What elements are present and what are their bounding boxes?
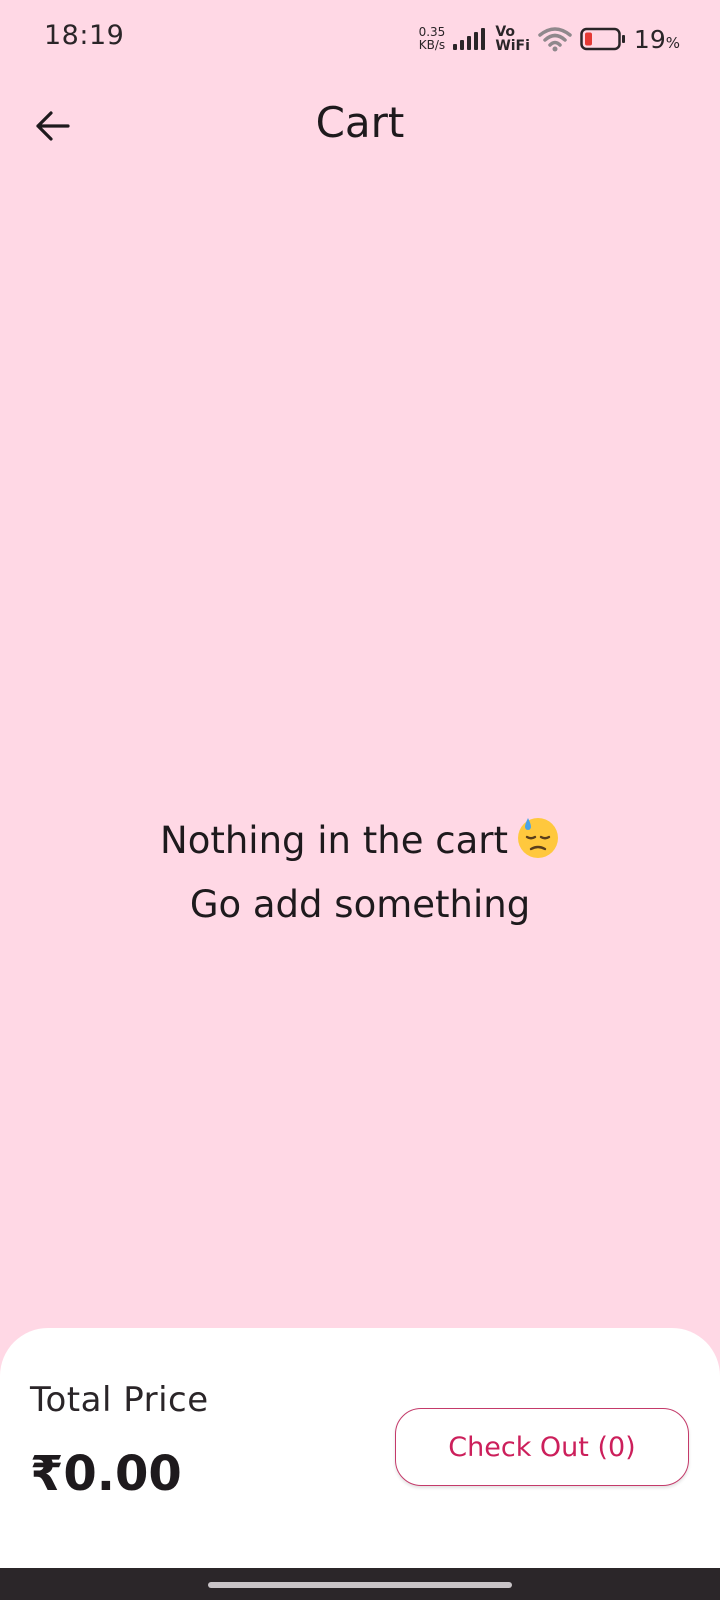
total-price-label: Total Price xyxy=(30,1380,209,1420)
status-time: 18:19 xyxy=(44,20,125,51)
empty-cart-text: Nothing in the cart xyxy=(160,819,508,862)
home-indicator[interactable] xyxy=(208,1582,512,1588)
signal-icon xyxy=(453,28,486,50)
vowifi-indicator: Vo WiFi xyxy=(495,25,530,53)
system-nav-bar xyxy=(0,1568,720,1600)
status-bar: 18:19 0.35 KB/s Vo WiFi 19% xyxy=(0,0,720,80)
vowifi-top: Vo xyxy=(495,24,515,40)
status-icons: 0.35 KB/s Vo WiFi 19% xyxy=(419,22,680,56)
app-bar: Cart xyxy=(0,80,720,170)
checkout-button[interactable]: Check Out (0) xyxy=(395,1408,689,1486)
network-speed-unit: KB/s xyxy=(418,38,446,52)
total-price-value: ₹0.00 xyxy=(30,1446,182,1502)
empty-cart-line-2: Go add something xyxy=(189,883,531,926)
battery-percent-sign: % xyxy=(665,33,680,52)
vowifi-bottom: WiFi xyxy=(495,38,530,54)
battery-percent: 19% xyxy=(634,25,680,54)
battery-low-icon xyxy=(580,27,625,51)
wifi-icon xyxy=(538,27,572,52)
empty-cart-message: Nothing in the cart Go add something xyxy=(0,812,720,934)
checkout-panel: Total Price ₹0.00 Check Out (0) xyxy=(0,1328,720,1568)
battery-percent-value: 19 xyxy=(633,24,666,54)
empty-cart-line-1: Nothing in the cart xyxy=(0,812,720,876)
page-title: Cart xyxy=(315,98,405,147)
downcast-face-with-sweat-icon xyxy=(516,815,560,876)
network-speed: 0.35 KB/s xyxy=(419,26,446,52)
